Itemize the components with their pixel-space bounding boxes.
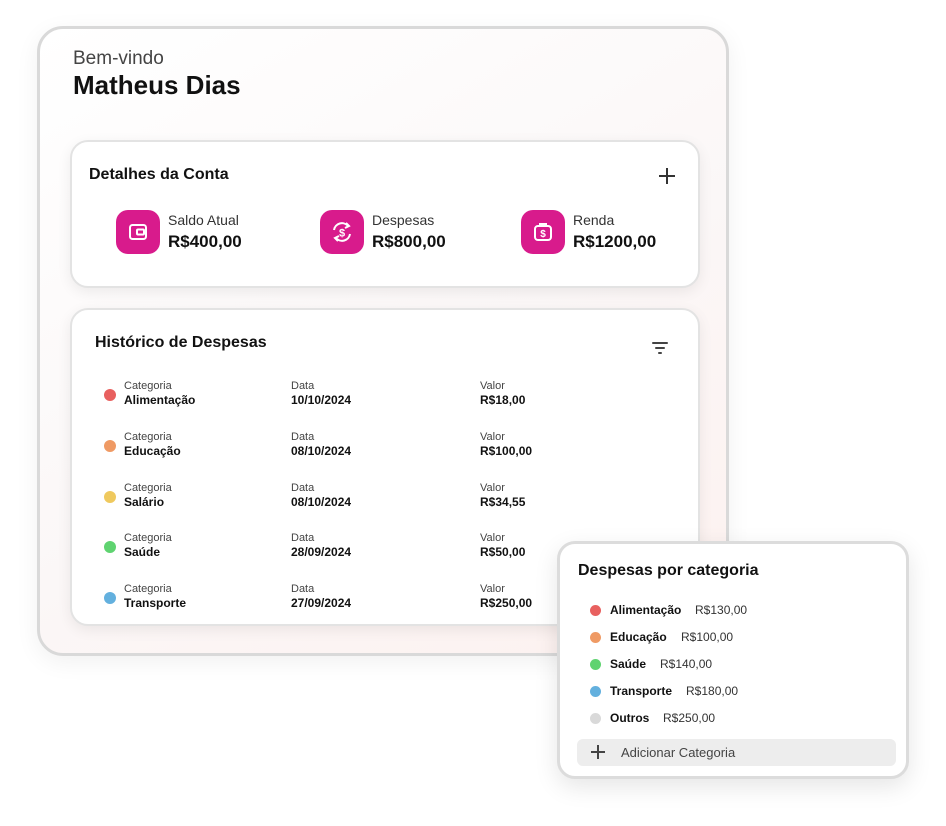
category-amount: R$100,00 [681,630,734,644]
date-value: 10/10/2024 [291,393,352,407]
amount-label: Valor [480,380,505,392]
metric-income-value: R$1200,00 [573,232,657,251]
amount-value: R$18,00 [480,393,526,407]
amount-value: R$250,00 [480,596,533,610]
expenses-by-category-card: Despesas por categoria Alimentação R$130… [557,541,909,779]
amount-value: R$100,00 [480,444,533,458]
category-color-dot [590,605,601,616]
date-value: 08/10/2024 [291,495,352,509]
category-color-dot [104,389,116,401]
date-label: Data [291,532,315,544]
date-label: Data [291,482,315,494]
metric-balance-label: Saldo Atual [168,212,239,228]
category-color-dot [104,592,116,604]
plus-icon [591,745,605,759]
add-category-label: Adicionar Categoria [621,745,736,760]
wallet-icon [116,210,160,254]
category-label: Categoria [124,380,172,392]
category-name: Alimentação [610,603,682,617]
account-details-title: Detalhes da Conta [89,166,229,183]
category-name: Educação [610,630,667,644]
svg-text:$: $ [339,228,345,240]
category-color-dot [590,686,601,697]
welcome-text: Bem-vindo [73,48,164,69]
date-label: Data [291,380,315,392]
category-value: Saúde [124,545,161,559]
svg-text:$: $ [540,229,546,240]
category-color-dot [590,659,601,670]
category-amount: R$140,00 [660,657,713,671]
category-name: Saúde [610,657,647,671]
category-label: Categoria [124,431,172,443]
category-amount: R$130,00 [695,603,748,617]
amount-label: Valor [480,482,505,494]
category-amount: R$180,00 [686,684,739,698]
history-row[interactable]: Categoria Educação Data 08/10/2024 Valor R$… [102,431,662,465]
category-amount: R$250,00 [663,711,716,725]
filter-icon[interactable] [652,340,672,356]
category-color-dot [104,491,116,503]
category-color-dot [104,541,116,553]
metric-expenses-label: Despesas [372,212,435,228]
date-value: 28/09/2024 [291,545,352,559]
metric-balance-value: R$400,00 [168,232,242,251]
currency-exchange-icon: $ [320,210,364,254]
metric-expenses-value: R$800,00 [372,232,446,251]
add-category-button[interactable]: Adicionar Categoria [577,739,896,766]
category-color-dot [104,440,116,452]
amount-value: R$34,55 [480,495,526,509]
account-details-card: Detalhes da Conta Saldo Atual R$400,00 $… [70,140,700,288]
user-name: Matheus Dias [73,70,241,100]
category-color-dot [590,713,601,724]
expenses-by-category-title: Despesas por categoria [578,562,759,579]
category-value: Educação [124,444,181,458]
history-row[interactable]: Categoria Salário Data 08/10/2024 Valor R$3… [102,482,662,516]
date-label: Data [291,431,315,443]
amount-label: Valor [480,532,505,544]
category-value: Salário [124,495,165,509]
add-account-button[interactable] [656,165,678,187]
category-label: Categoria [124,583,172,595]
history-row[interactable]: Categoria Alimentação Data 10/10/2024 Valo… [102,380,662,414]
category-label: Categoria [124,482,172,494]
amount-value: R$50,00 [480,545,526,559]
date-label: Data [291,583,315,595]
category-name: Outros [610,711,650,725]
category-label: Categoria [124,532,172,544]
category-color-dot [590,632,601,643]
category-value: Transporte [124,596,187,610]
date-value: 08/10/2024 [291,444,352,458]
metric-income-label: Renda [573,212,615,228]
date-value: 27/09/2024 [291,596,352,610]
category-value: Alimentação [124,393,196,407]
category-name: Transporte [610,684,673,698]
amount-label: Valor [480,583,505,595]
money-bag-icon: $ [521,210,565,254]
amount-label: Valor [480,431,505,443]
expense-history-title: Histórico de Despesas [95,334,267,351]
